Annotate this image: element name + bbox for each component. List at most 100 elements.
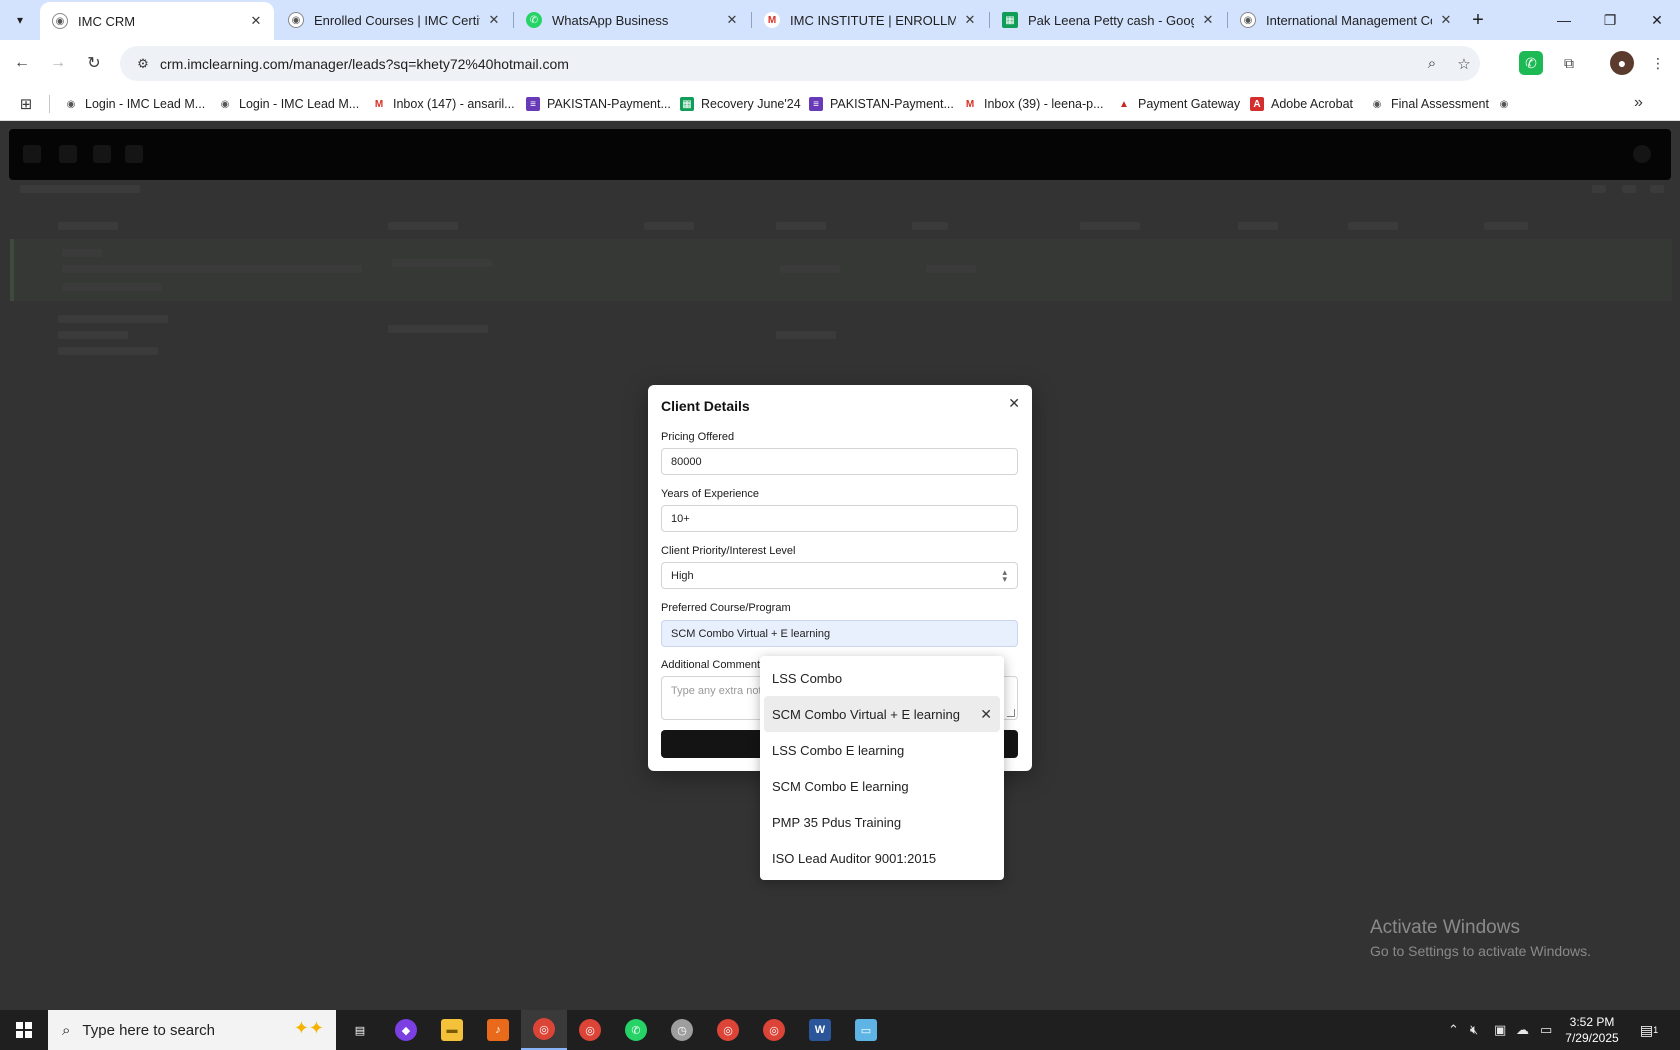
priority-select[interactable]: High ▴ ▾ [661,562,1018,589]
forward-icon[interactable]: → [45,50,71,76]
tab-petty-cash[interactable]: ▦ Pak Leena Petty cash - Google S ✕ [990,0,1226,40]
experience-value: 10+ [671,512,690,525]
show-hidden-icons[interactable]: ⌃ [1448,1010,1459,1050]
clock-app-icon[interactable]: ◷ [659,1010,705,1050]
close-window-icon[interactable]: ✕ [1634,0,1680,40]
windows-taskbar: ⌕ Type here to search ✦✦ ▤ ◆ ▬ ♪ ◎ ◎ ✆ ◷… [0,1010,1680,1050]
network-icon[interactable]: ▭ [1540,1010,1552,1050]
close-tab-icon[interactable]: ✕ [1200,12,1216,28]
dim-column-header [912,222,948,230]
file-explorer-icon[interactable]: ▬ [429,1010,475,1050]
bookmark-separator [49,95,50,113]
task-view-icon[interactable]: ▤ [337,1010,383,1050]
close-tab-icon[interactable]: ✕ [724,12,740,28]
bookmark-inbox-ansari[interactable]: M Inbox (147) - ansaril... [372,94,515,114]
close-tab-icon[interactable]: ✕ [486,12,502,28]
bookmark-adobe-acrobat[interactable]: A Adobe Acrobat [1250,94,1353,114]
tab-search-icon[interactable]: ▾ [8,8,32,32]
bookmark-login-imc-1[interactable]: ◉ Login - IMC Lead M... [64,94,206,114]
experience-input[interactable]: 10+ [661,505,1018,532]
reload-icon[interactable]: ↻ [81,50,107,76]
dim-column-header [1348,222,1398,230]
volume-icon[interactable]: 🔇︎ [1470,1010,1478,1050]
bookmark-final-assessment[interactable]: ◉ Final Assessment [1370,94,1489,114]
priority-label: Client Priority/Interest Level [661,545,796,557]
activate-windows-title: Activate Windows [1370,917,1520,938]
bookmark-pakistan-payment-1[interactable]: ≡ PAKISTAN-Payment... [526,94,671,114]
restore-icon[interactable]: ❐ [1587,0,1633,40]
notification-count: 1 [1653,1025,1659,1035]
taskbar-clock[interactable]: 3:52 PM 7/29/2025 [1557,1014,1627,1046]
course-option[interactable]: PMP 35 Pdus Training [764,804,1000,840]
word-icon[interactable]: W [797,1010,843,1050]
gmail-icon: M [764,12,780,28]
chrome-icon[interactable]: ◎ [567,1010,613,1050]
notepad-icon[interactable]: ▭ [843,1010,889,1050]
back-icon[interactable]: ← [9,50,35,76]
copilot-icon[interactable]: ◆ [383,1010,429,1050]
bookmark-star-icon[interactable]: ☆ [1448,55,1480,73]
course-option-selected[interactable]: SCM Combo Virtual + E learning ✕ [764,696,1000,732]
dim-toolbar-icon [1650,185,1664,193]
course-option[interactable]: ISO Lead Auditor 9001:2015 [764,840,1000,876]
start-button[interactable] [0,1010,48,1050]
bookmark-inbox-leena[interactable]: M Inbox (39) - leena-p... [963,94,1104,114]
whatsapp-icon[interactable]: ✆ [613,1010,659,1050]
bookmark-recovery-june[interactable]: ▦ Recovery June'24 [680,94,801,114]
zoom-icon[interactable]: ⌕ [1416,55,1448,72]
option-label: PMP 35 Pdus Training [772,814,902,830]
remove-option-icon[interactable]: ✕ [980,706,992,723]
menu-icon[interactable]: ⋮ [1646,51,1670,75]
chrome-icon[interactable]: ◎ [521,1010,567,1050]
dim-cell [776,331,836,339]
device-icon[interactable]: ▣ [1494,1010,1506,1050]
bookmark-pakistan-payment-2[interactable]: ≡ PAKISTAN-Payment... [809,94,954,114]
resize-handle-icon[interactable] [1007,709,1015,717]
new-tab-icon[interactable]: + [1464,6,1492,34]
notification-icon[interactable]: ▤ 1 [1638,1020,1660,1040]
close-tab-icon[interactable]: ✕ [962,12,978,28]
extensions-icon[interactable]: ⧉ [1557,51,1581,75]
course-input[interactable]: SCM Combo Virtual + E learning [661,620,1018,647]
pricing-input[interactable]: 80000 [661,448,1018,475]
close-tab-icon[interactable]: ✕ [1438,12,1454,28]
tab-international-management[interactable]: ◉ International Management Con ✕ [1228,0,1464,40]
url-text[interactable]: crm.imclearning.com/manager/leads?sq=khe… [160,56,1416,72]
search-icon: ⌕ [62,1021,71,1039]
apps-grid-icon[interactable]: ⊞ [16,94,36,114]
dim-cell [392,259,492,267]
course-option[interactable]: SCM Combo E learning [764,768,1000,804]
course-label: Preferred Course/Program [661,602,791,614]
course-option[interactable]: LSS Combo E learning [764,732,1000,768]
taskbar-search[interactable]: ⌕ Type here to search ✦✦ [48,1010,336,1050]
course-option[interactable]: LSS Combo [764,660,1000,696]
tab-imc-enrollment[interactable]: M IMC INSTITUTE | ENROLLMENT ✕ [752,0,988,40]
dim-column-header [644,222,694,230]
whatsapp-extension-icon[interactable]: ✆ [1519,51,1543,75]
option-label: LSS Combo [772,670,843,686]
dim-column-header [58,222,118,230]
bookmark-imc-extra[interactable]: ◉ [1497,94,1518,114]
bookmark-payment-gateway[interactable]: ▲ Payment Gateway [1117,94,1240,114]
search-placeholder: Type here to search [82,1021,215,1039]
select-arrows-icon: ▴ ▾ [1002,567,1007,584]
tab-enrolled-courses[interactable]: ◉ Enrolled Courses | IMC Certifica ✕ [276,0,512,40]
cloud-icon[interactable]: ☁ [1516,1010,1529,1050]
crm-app-header [9,129,1671,180]
bookmark-login-imc-2[interactable]: ◉ Login - IMC Lead M... [218,94,360,114]
tab-whatsapp[interactable]: ✆ WhatsApp Business ✕ [514,0,750,40]
user-avatar-icon [1633,145,1651,163]
address-bar[interactable]: ⚙ crm.imclearning.com/manager/leads?sq=k… [120,46,1480,81]
minimize-icon[interactable]: — [1541,0,1587,40]
tab-imc-crm[interactable]: ◉ IMC CRM ✕ [40,2,274,40]
close-tab-icon[interactable]: ✕ [248,13,264,29]
site-settings-icon[interactable]: ⚙ [130,56,156,72]
app-icon[interactable]: ♪ [475,1010,521,1050]
profile-avatar-icon[interactable]: ● [1610,51,1634,75]
dim-cell [58,331,128,339]
more-bookmarks-icon[interactable]: » [1634,94,1643,112]
chrome-icon[interactable]: ◎ [751,1010,797,1050]
dim-toolbar-icon [1622,185,1636,193]
chrome-icon[interactable]: ◎ [705,1010,751,1050]
close-icon[interactable]: ✕ [1008,395,1020,412]
